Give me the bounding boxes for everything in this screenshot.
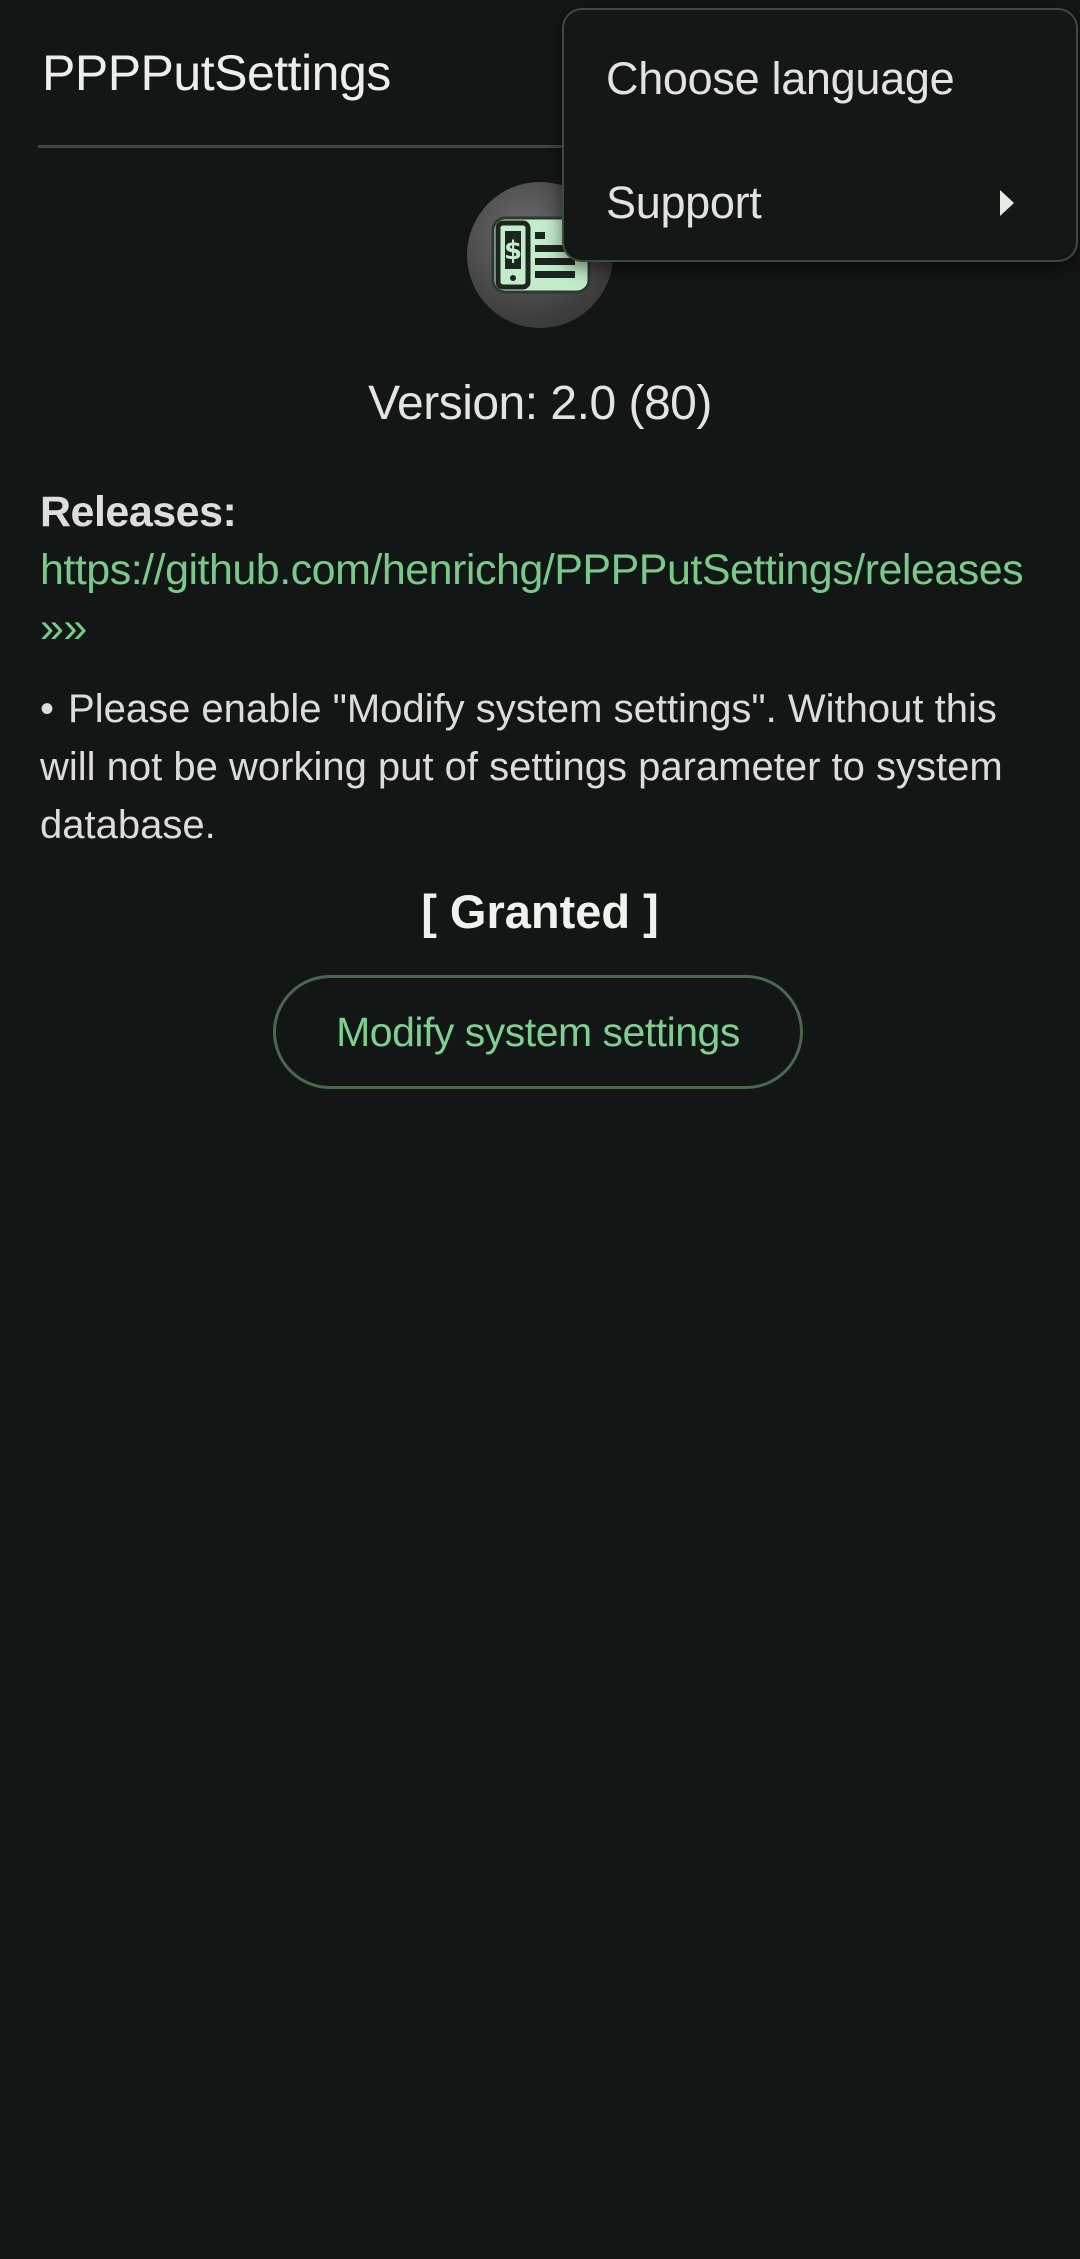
menu-item-choose-language[interactable]: Choose language — [564, 20, 1076, 138]
permission-notice: • Please enable "Modify system settings".… — [40, 680, 1050, 854]
notice-bullet: • — [40, 687, 55, 731]
overflow-menu: Choose language Support — [562, 8, 1078, 262]
releases-label: Releases: — [40, 488, 237, 536]
app-title: PPPPutSettings — [42, 45, 391, 101]
releases-link[interactable]: https://github.com/henrichg/PPPPutSettin… — [40, 546, 1024, 652]
menu-item-label: Choose language — [606, 53, 955, 104]
permission-status: [ Granted ] — [421, 885, 659, 938]
modify-system-settings-button[interactable]: Modify system settings — [273, 975, 803, 1089]
menu-item-label: Support — [606, 177, 762, 228]
app-screen: PPPPutSettings $ Version: 2.0 (80) Relea… — [0, 0, 1080, 2259]
menu-item-support[interactable]: Support — [564, 144, 1076, 262]
version-text: Version: 2.0 (80) — [368, 377, 712, 430]
chevron-right-icon — [1000, 190, 1014, 216]
svg-text:$: $ — [504, 236, 522, 266]
notice-text: Please enable "Modify system settings". … — [40, 687, 1003, 847]
releases-row: Releases: https://github.com/henrichg/PP… — [40, 483, 1040, 657]
